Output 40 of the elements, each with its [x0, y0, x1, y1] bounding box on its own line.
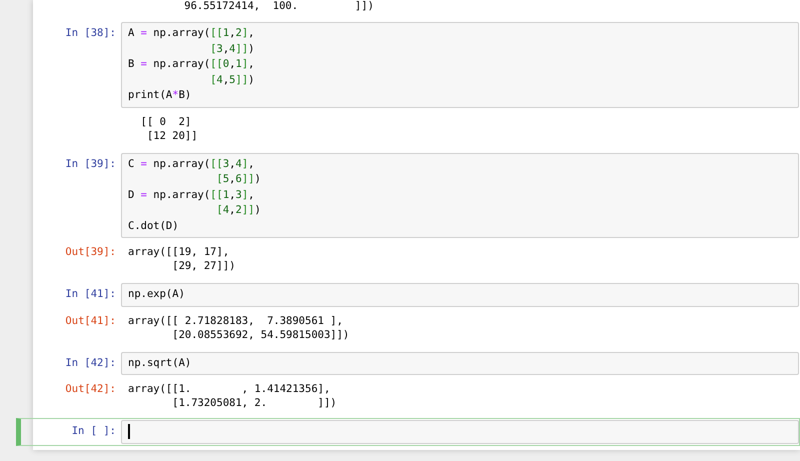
input-prompt: In [39]:: [64, 156, 117, 172]
output-prompt: Out[39]:: [64, 245, 117, 260]
input-prompt: In [41]:: [64, 287, 117, 302]
code-line: [3,4]]): [209, 42, 256, 56]
code-cell[interactable]: In [39]: C = np.array([[3,4], [5,6]]) D = np.array([[1,3], [4,2]]) C.dot(D): [16, 150, 800, 240]
output-line: [12 20]]: [146, 128, 199, 142]
code-line: A = np.array([[1,2],: [128, 26, 256, 41]
output-line: array([[1. , 1.41421356],: [128, 382, 332, 396]
code-line: [4,5]]): [209, 72, 256, 88]
input-prompt: In [38]:: [64, 26, 117, 41]
output-line: [1.73205081, 2. ]]): [171, 396, 338, 410]
output-line: 96.55172414, 100. ]]): [183, 0, 375, 12]
code-input[interactable]: np.sqrt(A): [121, 352, 799, 375]
code-input[interactable]: A = np.array([[1,2], [3,4]]) B = np.array([[0,1], [4,5]]) print(A*B): [121, 22, 799, 108]
code-input[interactable]: np.exp(A): [121, 283, 799, 306]
code-cell[interactable]: In [ ]:: [16, 418, 800, 446]
output-line: [[ 0 2]: [140, 114, 192, 128]
code-input[interactable]: [121, 420, 799, 444]
input-prompt: In [42]:: [64, 356, 117, 370]
input-prompt: In [ ]:: [70, 424, 117, 439]
code-line: print(A*B): [128, 88, 192, 103]
code-line: np.sqrt(A): [128, 356, 192, 370]
code-line: [5,6]]): [216, 172, 262, 187]
code-cell[interactable]: In [38]: A = np.array([[1,2], [3,4]]) B = np.array([[0,1], [4,5]]) print(A*B): [16, 20, 800, 110]
output-line: array([[19, 17],: [128, 245, 230, 259]
code-line: np.exp(A): [128, 287, 186, 302]
code-line: B = np.array([[0,1],: [128, 57, 256, 72]
text-cursor: [128, 424, 130, 439]
output-line: [29, 27]]): [171, 259, 236, 273]
output-prompt: Out[41]:: [64, 314, 117, 328]
code-cell[interactable]: In [41]: np.exp(A): [16, 281, 800, 308]
code-cell[interactable]: In [42]: np.sqrt(A): [16, 350, 800, 377]
code-line: C = np.array([[3,4],: [128, 156, 256, 172]
code-line: D = np.array([[1,3],: [128, 188, 256, 202]
code-input[interactable]: C = np.array([[3,4], [5,6]]) D = np.array([[1,3], [4,2]]) C.dot(D): [121, 152, 799, 238]
output-prompt: Out[42]:: [64, 382, 117, 397]
output-line: array([[ 2.71828183, 7.3890561 ],: [128, 314, 344, 328]
code-line: C.dot(D): [128, 218, 180, 234]
code-line: [4,2]]): [216, 203, 262, 218]
output-line: [20.08553692, 54.59815003]]): [171, 328, 350, 342]
